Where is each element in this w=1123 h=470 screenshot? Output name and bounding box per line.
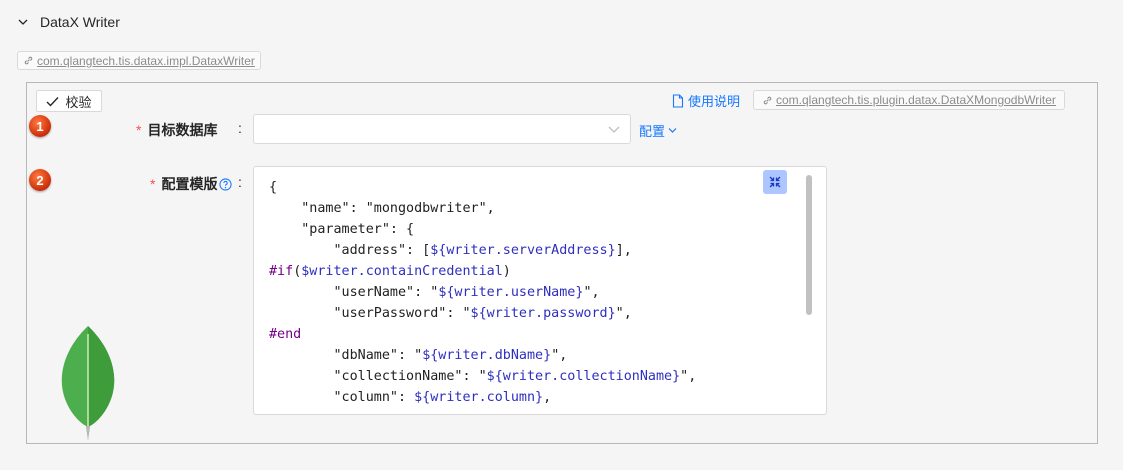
- section-title: DataX Writer: [40, 14, 120, 30]
- target-db-select[interactable]: [253, 114, 631, 144]
- question-circle-icon[interactable]: [219, 177, 233, 191]
- template-code[interactable]: { "name": "mongodbwriter", "parameter": …: [269, 178, 696, 408]
- step-badge-1: 1: [29, 115, 51, 137]
- template-label: * 配置模版: [150, 174, 233, 194]
- editor-scrollbar[interactable]: [806, 175, 812, 315]
- required-mark: *: [136, 122, 142, 138]
- target-db-colon: :: [238, 120, 242, 136]
- document-icon: [672, 93, 684, 108]
- impl-class-tag[interactable]: com.qlangtech.tis.datax.impl.DataxWriter: [17, 51, 261, 70]
- usage-doc-link[interactable]: 使用说明: [672, 91, 740, 110]
- target-db-label: * 目标数据库: [136, 120, 217, 140]
- chevron-down-icon: [668, 128, 677, 133]
- section-header[interactable]: DataX Writer: [18, 14, 120, 30]
- link-icon: [763, 96, 772, 104]
- chevron-down-icon[interactable]: [18, 17, 28, 27]
- template-colon: :: [238, 174, 242, 190]
- config-label: 配置: [639, 124, 666, 139]
- impl-class-label: com.qlangtech.tis.datax.impl.DataxWriter: [37, 53, 255, 68]
- link-icon: [24, 56, 33, 65]
- verify-button[interactable]: 校验: [36, 90, 102, 112]
- chevron-down-icon: [608, 126, 620, 133]
- editor-fullscreen-toggle[interactable]: [763, 170, 787, 194]
- template-code-editor[interactable]: { "name": "mongodbwriter", "parameter": …: [253, 166, 827, 415]
- plugin-class-tag[interactable]: com.qlangtech.tis.plugin.datax.DataXMong…: [753, 90, 1065, 110]
- template-label-text: 配置模版: [161, 176, 218, 192]
- plugin-class-label: com.qlangtech.tis.plugin.datax.DataXMong…: [776, 93, 1056, 107]
- required-mark: *: [150, 176, 156, 192]
- step-badge-2: 2: [29, 169, 51, 191]
- check-icon: [46, 96, 59, 107]
- verify-button-label: 校验: [65, 94, 92, 110]
- target-db-config-dropdown[interactable]: 配置: [639, 121, 677, 140]
- compress-icon: [769, 176, 781, 188]
- target-db-label-text: 目标数据库: [147, 122, 218, 138]
- usage-doc-label: 使用说明: [688, 94, 741, 109]
- mongodb-leaf-icon: [61, 326, 115, 440]
